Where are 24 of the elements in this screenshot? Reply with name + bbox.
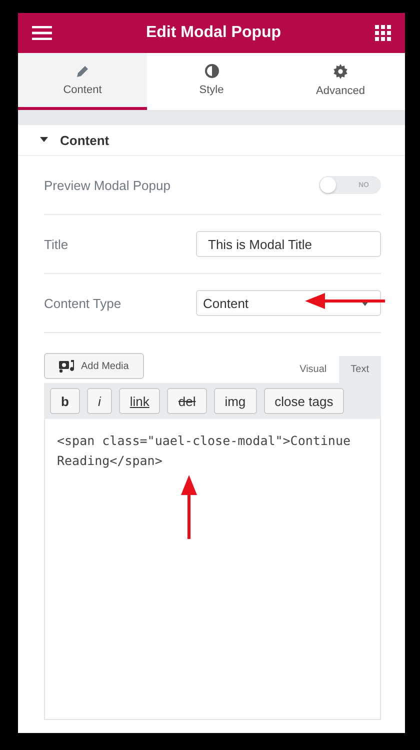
format-button[interactable]: del — [167, 388, 207, 414]
grid-icon[interactable] — [375, 25, 391, 41]
menu-icon[interactable] — [32, 26, 52, 40]
contrast-icon — [204, 64, 218, 78]
panel-title: Edit Modal Popup — [146, 24, 282, 42]
field-label: Title — [44, 236, 68, 252]
tab[interactable]: Content — [18, 53, 147, 110]
section-header[interactable]: Content — [18, 125, 405, 156]
caret-icon — [40, 137, 48, 143]
format-button[interactable]: link — [118, 388, 160, 414]
editor-tab[interactable]: Text — [338, 356, 381, 383]
field-label: Preview Modal Popup — [44, 178, 170, 192]
field-label: Content Type — [44, 296, 122, 310]
add-media-button[interactable]: Add Media — [44, 353, 144, 379]
format-button[interactable]: i — [86, 388, 112, 414]
format-button[interactable]: img — [214, 388, 257, 414]
format-button[interactable]: b — [50, 388, 80, 414]
pencil-icon — [76, 64, 90, 78]
media-icon — [59, 359, 75, 373]
format-button[interactable]: close tags — [264, 388, 344, 414]
input-field[interactable]: This is Modal Title — [196, 231, 381, 257]
gear-icon — [333, 64, 348, 78]
editor-tab[interactable]: Visual — [288, 356, 339, 383]
text-area[interactable]: <span class="uael-close-modal">Continue Reading</span> — [44, 419, 381, 720]
